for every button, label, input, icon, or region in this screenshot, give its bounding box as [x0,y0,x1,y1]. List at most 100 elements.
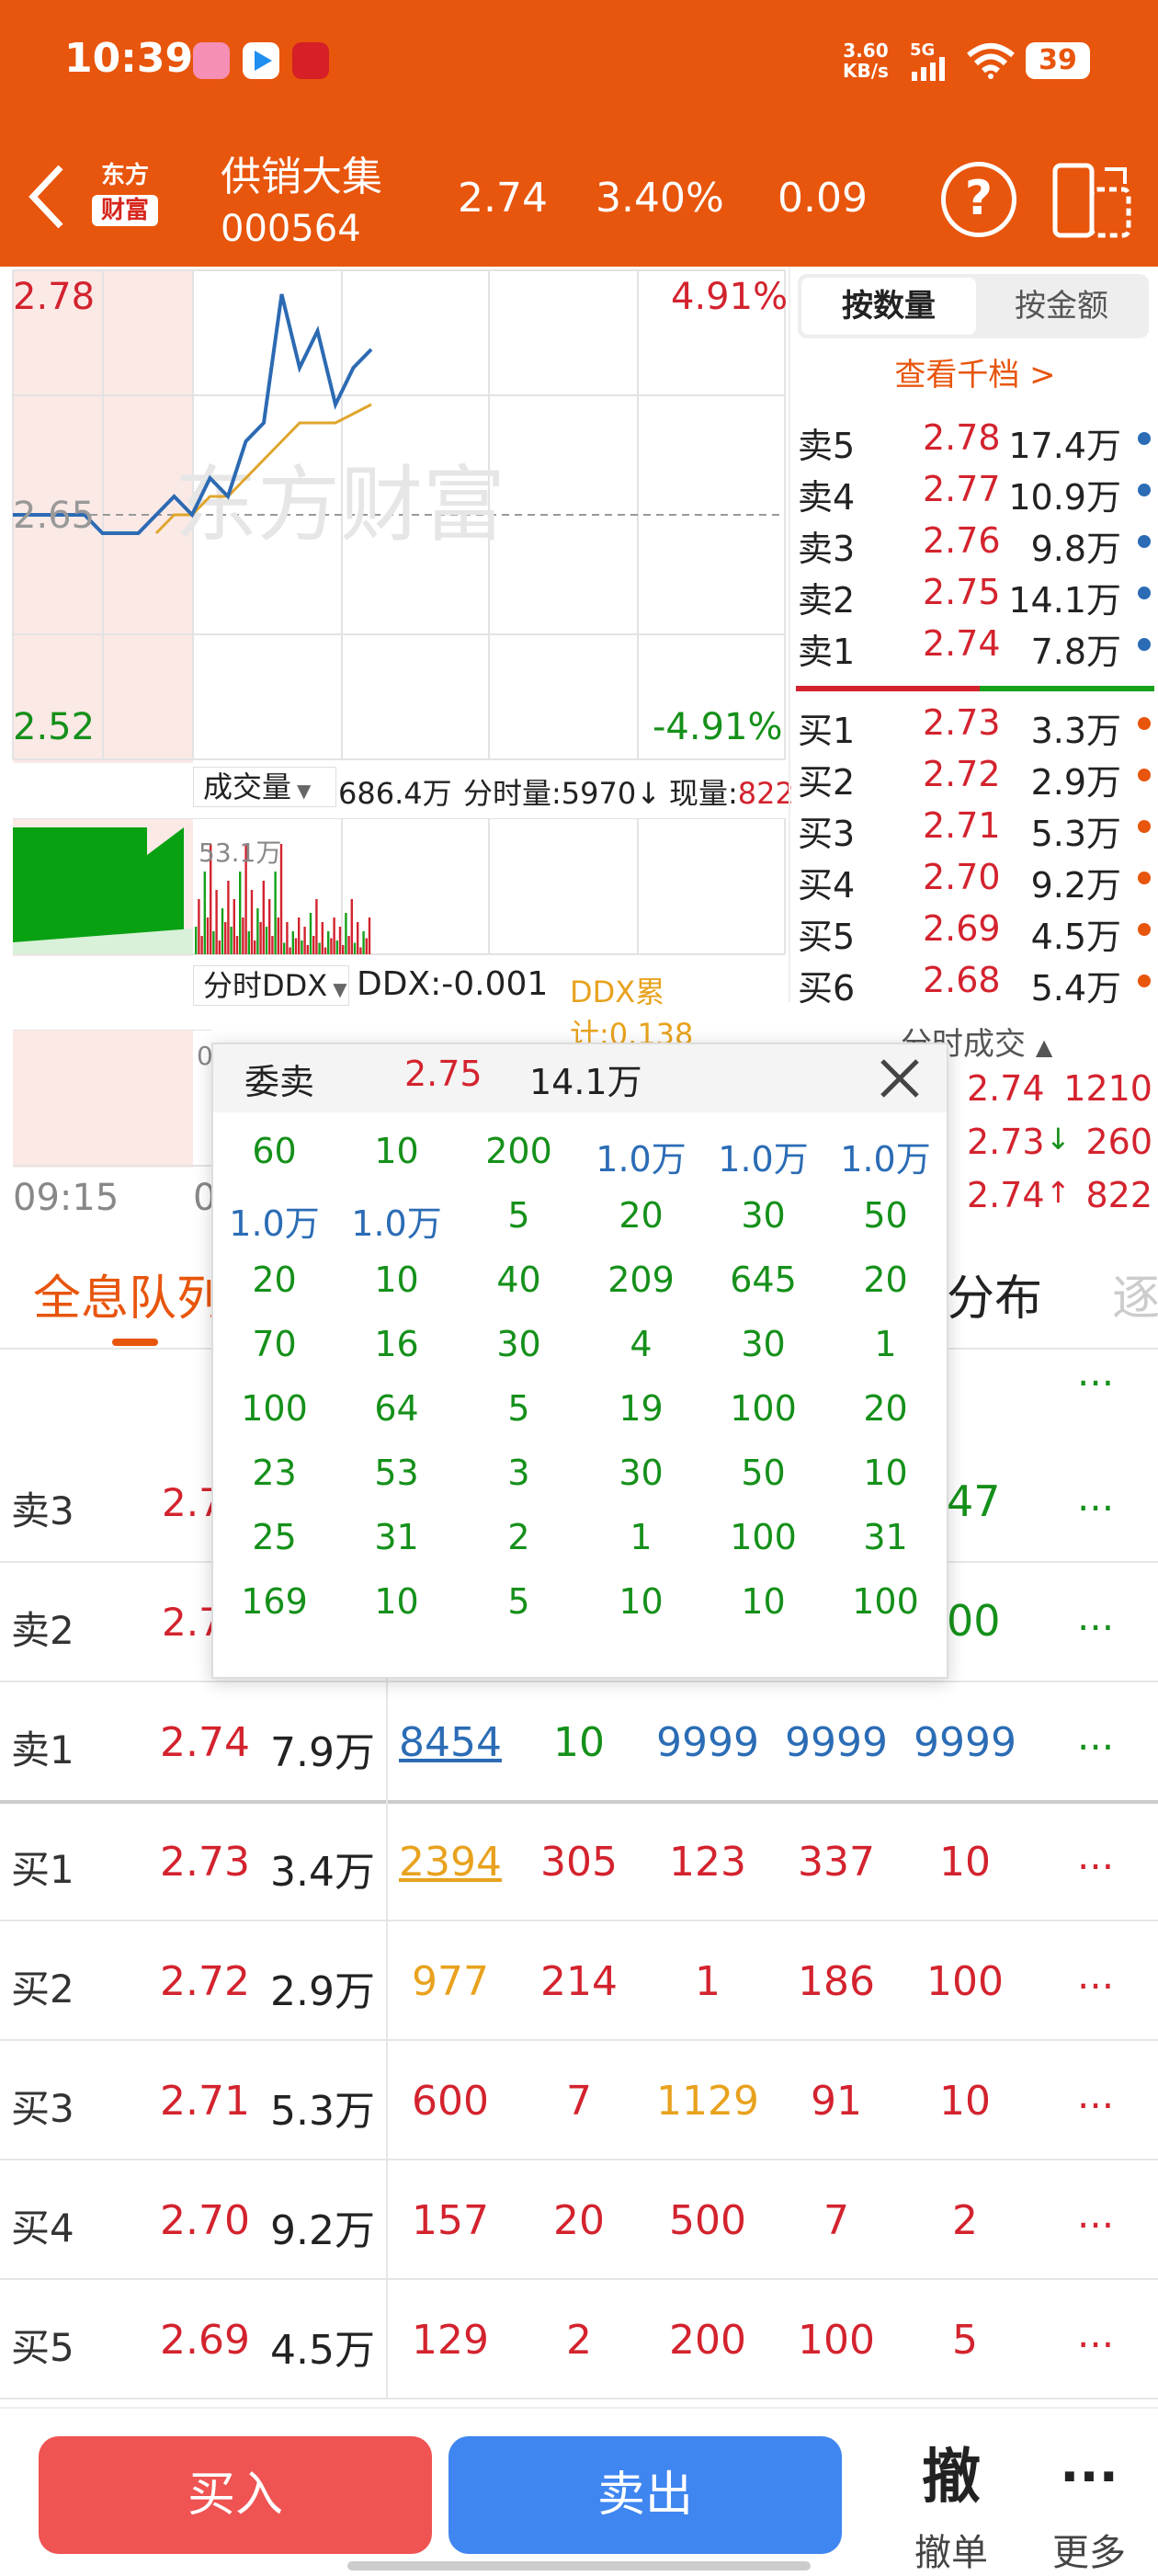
queue-order[interactable]: 977 [386,1958,515,2005]
level-label: 买1 [798,711,856,751]
more-icon[interactable]: ... [1077,1594,1114,1639]
stock-price: 2.74 [458,175,548,222]
order-level[interactable]: 买4 2.70 9.2万 [790,853,1158,906]
cancel-order-button[interactable]: 撤 撤单 [882,2445,1020,2576]
order-level[interactable]: 卖3 2.76 9.8万 [790,517,1158,569]
queue-order[interactable]: 100 [901,1958,1029,2005]
queue-order[interactable]: 2 [515,2317,643,2364]
queue-order[interactable]: 10 [515,1719,643,1766]
dot-icon [1138,484,1151,496]
volume-bar [250,890,254,954]
queue-order[interactable]: 305 [515,1839,643,1886]
queue-order[interactable]: 337 [772,1839,901,1886]
queue-row[interactable]: 买5 2.69 4.5万 129 2 200 100 5... [0,2278,1158,2398]
queue-level: 卖1 [11,1727,74,1772]
order-level[interactable]: 卖2 2.75 14.1万 [790,568,1158,621]
buy-button[interactable]: 买入 [39,2436,432,2554]
ddx-selector[interactable]: 分时DDX ▼ [193,965,349,1006]
queue-order[interactable]: 9999 [643,1719,772,1766]
popup-header: 委卖 2.75 14.1万 [213,1044,947,1112]
volume-selector[interactable]: 成交量 ▼ [193,767,336,807]
queue-row[interactable]: 买4 2.70 9.2万 157 20 500 7 2... [0,2159,1158,2278]
level-qty: 5.3万 [1030,814,1121,854]
trade-volume: 822 [1085,1175,1152,1215]
queue-row[interactable]: 卖1 2.74 7.9万 8454 10 9999 9999 9999... [0,1681,1158,1800]
queue-order[interactable]: 20 [515,2197,643,2244]
view-thousand-levels-link[interactable]: 查看千档 > [790,349,1158,394]
more-icon[interactable]: ... [1077,1475,1114,1520]
popup-order-cell: 645 [730,1260,797,1300]
queue-order[interactable]: 2 [901,2197,1029,2244]
order-level[interactable]: 卖5 2.78 17.4万 [790,414,1158,466]
queue-order[interactable]: 186 [772,1958,901,2005]
queue-order[interactable]: 100 [772,2317,901,2364]
tab-partial[interactable]: 逐 [1112,1260,1158,1328]
tab-by-amount[interactable]: 按金额 [978,278,1145,335]
more-icon[interactable]: ... [1077,1953,1114,1998]
popup-order-cell: 16 [374,1324,419,1364]
more-icon[interactable]: ... [1077,1833,1114,1878]
queue-row[interactable]: 买3 2.71 5.3万 600 7 1129 91 10... [0,2039,1158,2159]
more-label: 更多 [1052,2532,1126,2574]
help-icon[interactable]: ? [941,162,1016,237]
more-icon[interactable]: ... [1077,1714,1114,1759]
volume-bar [212,931,215,954]
home-indicator [347,2561,811,2570]
queue-order[interactable]: 9999 [901,1719,1029,1766]
queue-order[interactable]: 7 [772,2197,901,2244]
more-icon[interactable]: ... [1077,1350,1114,1395]
queue-order[interactable]: 1 [643,1958,772,2005]
volume-bar [303,927,306,954]
volume-bar [262,881,265,954]
trade-row: 2.73 ↓ 260 [928,1120,1158,1173]
popup-order-cell: 30 [741,1324,786,1364]
more-icon[interactable]: ... [1077,2192,1114,2237]
queue-row[interactable]: 买2 2.72 2.9万 977 214 1 186 100... [0,1920,1158,2039]
dot-icon [1138,535,1151,548]
queue-order[interactable]: 1129 [643,2078,772,2125]
queue-order[interactable]: 157 [386,2197,515,2244]
queue-order[interactable]: 129 [386,2317,515,2364]
trade-row: 2.74 1210 [928,1066,1158,1120]
sell-button[interactable]: 卖出 [448,2436,842,2554]
level-label: 卖3 [798,529,856,569]
close-icon[interactable] [877,1055,923,1101]
queue-order[interactable]: 7 [515,2078,643,2125]
dropdown-icon: ▼ [333,978,347,1000]
order-level[interactable]: 卖4 2.77 10.9万 [790,465,1158,518]
queue-order[interactable]: 214 [515,1958,643,2005]
order-level[interactable]: 买5 2.69 4.5万 [790,905,1158,957]
order-level[interactable]: 买6 2.68 5.4万 [790,956,1158,1009]
queue-order[interactable]: 8454 [386,1719,515,1766]
queue-order[interactable]: 10 [901,2078,1029,2125]
order-level[interactable]: 卖1 2.74 7.8万 [790,620,1158,672]
order-level[interactable]: 买2 2.72 2.9万 [790,750,1158,803]
queue-order[interactable]: 10 [901,1839,1029,1886]
queue-order[interactable]: 123 [643,1839,772,1886]
queue-order[interactable]: 200 [643,2317,772,2364]
tab-distribution[interactable]: 分布 [947,1260,1042,1328]
order-level[interactable]: 买3 2.71 5.3万 [790,802,1158,854]
more-icon[interactable]: ... [1077,2072,1114,2117]
queue-row[interactable]: 买1 2.73 3.4万 2394 305 123 337 10... [0,1800,1158,1920]
tab-by-quantity[interactable]: 按数量 [801,278,976,335]
popup-title: 委卖 [244,1062,315,1102]
level-price: 2.68 [923,960,1001,1000]
landscape-switch-icon[interactable] [1051,162,1132,239]
popup-order-cell: 53 [374,1453,419,1493]
queue-order[interactable]: 500 [643,2197,772,2244]
queue-order[interactable]: 5 [901,2317,1029,2364]
queue-order[interactable]: 600 [386,2078,515,2125]
queue-order[interactable]: 9999 [772,1719,901,1766]
queue-order[interactable]: 2394 [386,1839,515,1886]
queue-order[interactable]: 91 [772,2078,901,2125]
more-button[interactable]: ··· 更多 [1029,2445,1149,2576]
more-icon[interactable]: ... [1077,2311,1114,2356]
back-arrow-icon[interactable] [26,162,66,232]
level-qty: 9.2万 [1030,865,1121,906]
volume-bar [227,881,230,954]
popup-order-cell: 10 [619,1581,664,1622]
tab-queue[interactable]: 全息队列 [33,1260,224,1328]
popup-order-cell: 10 [863,1453,908,1493]
order-level[interactable]: 买1 2.73 3.3万 [790,699,1158,751]
